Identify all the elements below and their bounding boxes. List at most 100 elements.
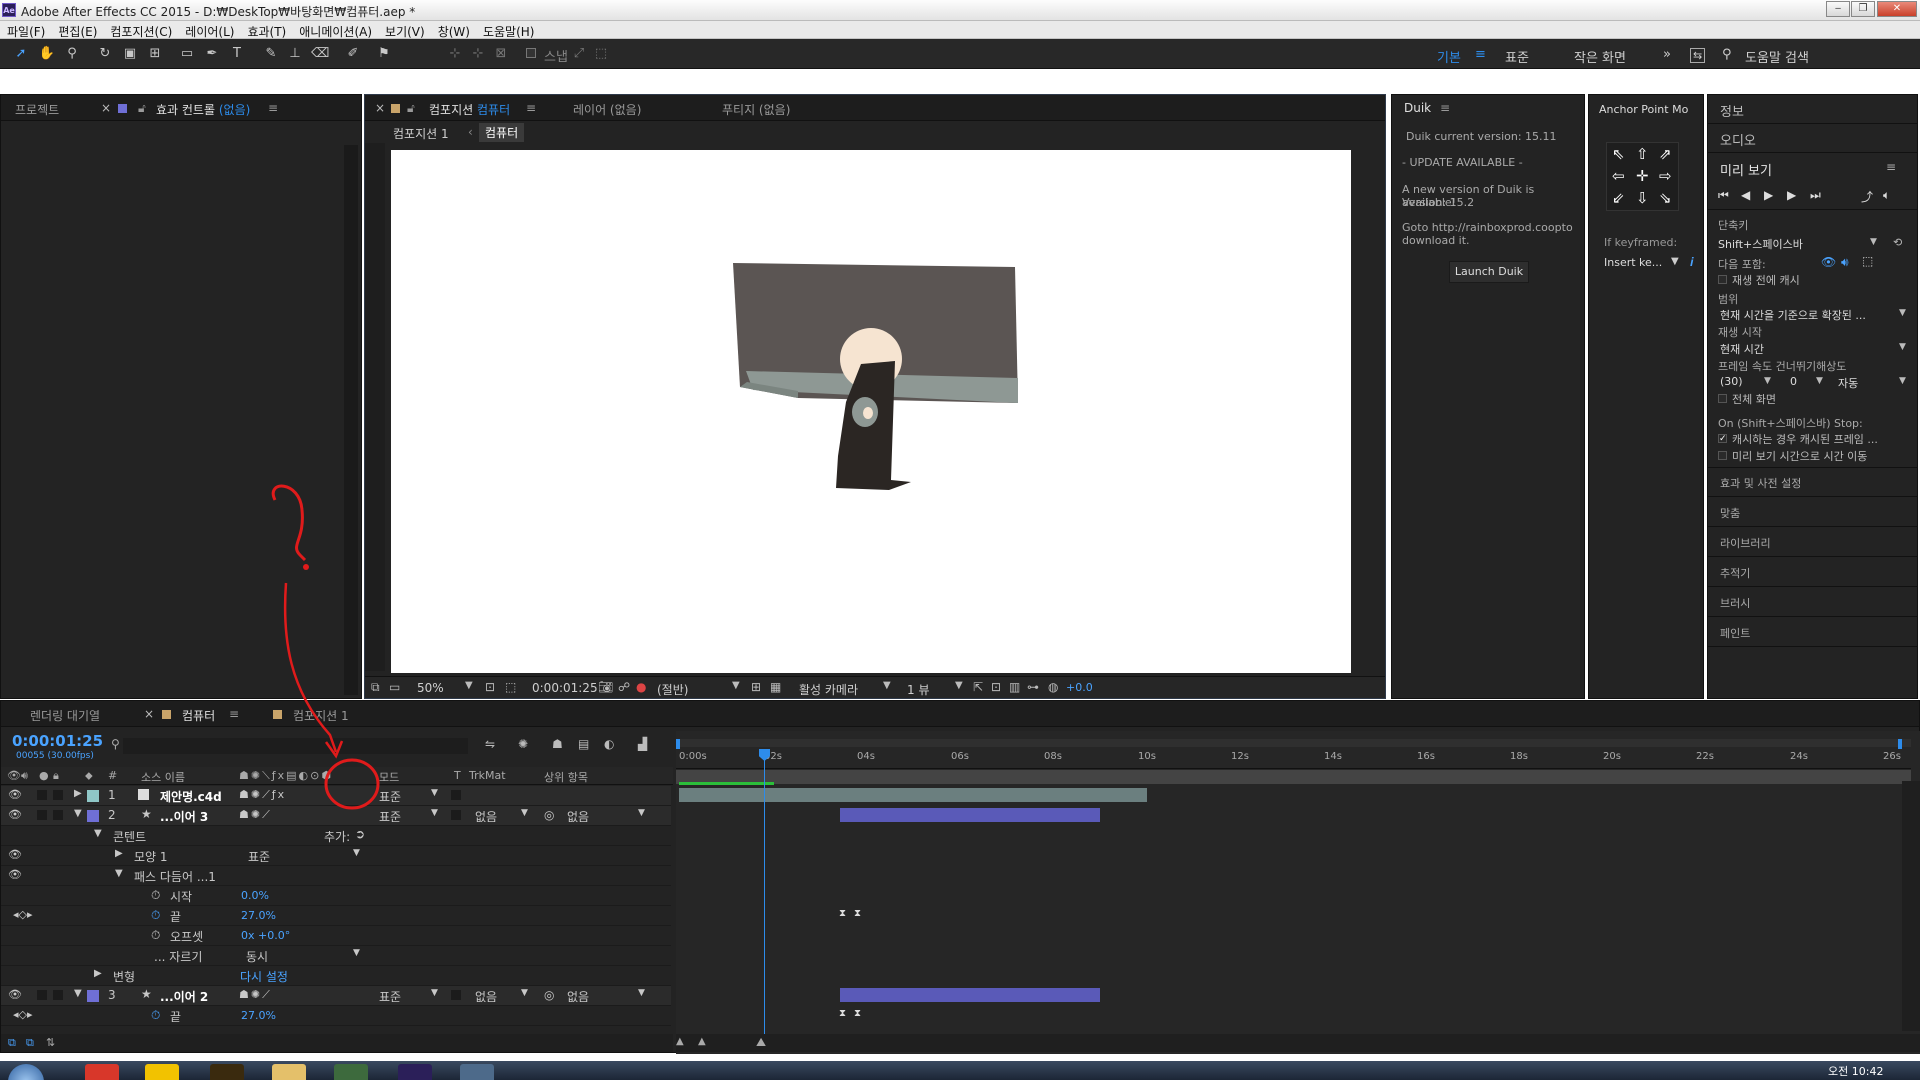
monitor-icon[interactable]: ▭	[389, 680, 400, 694]
menu-composition[interactable]: 컴포지션(C)	[103, 21, 178, 40]
preview-panel-header[interactable]: 미리 보기	[1720, 160, 1772, 179]
collapse-arrow-icon[interactable]: ▼	[94, 828, 102, 839]
anchor-left-icon[interactable]: ⇦	[1612, 167, 1625, 185]
timeline-timecode[interactable]: 0:00:01:25	[12, 732, 103, 750]
video-eye-icon[interactable]: 👁︎	[8, 868, 22, 881]
solo-toggle[interactable]	[37, 790, 47, 800]
timeline-graph-area[interactable]: 0:00s 02s 04s 06s 08s 10s 12s 14s 16s 18…	[676, 731, 1920, 1054]
reset-link[interactable]: 다시 설정	[240, 968, 288, 985]
video-eye-icon[interactable]: 👁︎	[8, 988, 22, 1001]
property-row[interactable]: ⏱︎ 시작 0.0%	[1, 886, 671, 906]
play-from-chevron-icon[interactable]: ▼	[1899, 342, 1906, 352]
preserve-transparency-toggle[interactable]	[451, 990, 461, 1000]
skip-chevron-icon[interactable]: ▼	[1816, 376, 1823, 386]
anchor-center-icon[interactable]: ✛	[1636, 167, 1649, 185]
lock-icon[interactable]: 🔓︎	[138, 101, 146, 116]
layer-row[interactable]: 👁︎ ▶ 1 제안명.c4d ☗✺⟋ƒx 표준 ▼	[1, 786, 671, 806]
work-area-end-handle[interactable]	[1898, 739, 1902, 749]
comp-timecode[interactable]: 0:00:01:25	[532, 681, 598, 695]
layer-2-duration-bar[interactable]	[840, 808, 1100, 822]
title-safe-icon[interactable]: ⊡	[485, 680, 495, 694]
snap-icon[interactable]: ⤢	[570, 45, 588, 63]
offset-value[interactable]: 0x +0.0°	[241, 929, 290, 942]
brush-header[interactable]: 브러시	[1720, 595, 1750, 611]
toggle-pixel-aspect-icon[interactable]: ⇱	[973, 680, 983, 694]
brush-tool-icon[interactable]: ✎	[262, 45, 280, 63]
work-area-bar[interactable]	[676, 739, 1911, 747]
search-icon[interactable]: ⚲	[1722, 47, 1732, 62]
modes-toggle-icon[interactable]: ⧉	[26, 1036, 34, 1050]
camera-dropdown[interactable]: 활성 카메라	[799, 681, 858, 698]
tab-render-queue[interactable]: 렌더링 대기열	[30, 707, 100, 724]
minimize-button[interactable]: ‒	[1826, 1, 1850, 17]
align-header[interactable]: 맞춤	[1720, 505, 1740, 521]
keyframe-icon[interactable]: ⧗	[839, 908, 846, 919]
layer-mode[interactable]: 표준	[379, 808, 401, 825]
workspace-small-screen[interactable]: 작은 화면	[1574, 47, 1626, 66]
anchor-bottom-icon[interactable]: ⇩	[1636, 189, 1649, 207]
add-menu-icon[interactable]: ➲	[355, 827, 365, 841]
in-out-toggle-icon[interactable]: ⇅	[46, 1036, 55, 1049]
breadcrumb-computer[interactable]: 컴퓨터	[479, 123, 525, 142]
taskbar-folder-icon[interactable]	[272, 1064, 306, 1080]
video-eye-icon[interactable]: 👁︎	[8, 848, 22, 861]
stopwatch-icon[interactable]: ⏱︎	[151, 888, 160, 903]
workspace-menu-icon[interactable]: ≡	[1475, 47, 1486, 62]
preserve-transparency-toggle[interactable]	[451, 790, 461, 800]
transparency-grid-icon[interactable]: ▦	[770, 680, 781, 694]
layer-label-color[interactable]	[87, 790, 99, 802]
launch-duik-button[interactable]: Launch Duik	[1449, 261, 1529, 283]
menu-animation[interactable]: 애니메이션(A)	[292, 21, 378, 40]
layer-label-color[interactable]	[87, 990, 99, 1002]
workspace-default[interactable]: 기본	[1437, 47, 1461, 66]
layer-name[interactable]: ...이어 3	[160, 808, 208, 825]
collapse-arrow-icon[interactable]: ▼	[74, 988, 82, 999]
sync-settings-icon[interactable]: ⇆	[1690, 48, 1706, 63]
taskbar-app-icon[interactable]	[85, 1064, 119, 1080]
layer-switches-icon[interactable]: ☗✺⟋	[239, 988, 272, 1002]
zoom-chevron-down-icon[interactable]: ▼	[465, 680, 473, 691]
taskbar-app-icon[interactable]	[334, 1064, 368, 1080]
property-row[interactable]: ▶ 변형 다시 설정	[1, 966, 671, 986]
anchor-right-icon[interactable]: ⇨	[1659, 167, 1672, 185]
lock-icon[interactable]: 🔓︎	[407, 101, 415, 116]
play-icon[interactable]: ▶	[1764, 188, 1773, 202]
stopwatch-active-icon[interactable]: ⏱︎	[151, 908, 160, 923]
frame-blending-icon[interactable]: ▤	[578, 737, 589, 751]
panel-menu-icon[interactable]: ≡	[229, 707, 239, 721]
current-time-indicator[interactable]	[764, 749, 765, 1049]
layer-switches-icon[interactable]: ☗✺⟋	[239, 808, 272, 822]
type-tool-icon[interactable]: T	[228, 45, 246, 63]
layer-name[interactable]: ...이어 2	[160, 988, 208, 1005]
layer-search-input[interactable]	[123, 738, 468, 754]
snap-extend-icon[interactable]: ⬚	[592, 45, 610, 63]
mask-visibility-icon[interactable]: ⬚	[505, 680, 516, 694]
exposure-value[interactable]: +0.0	[1066, 681, 1093, 694]
property-row[interactable]: ▼ 콘텐트 추가: ➲	[1, 826, 671, 846]
graph-editor-icon[interactable]: ▟	[638, 737, 647, 751]
time-ruler[interactable]: 0:00s 02s 04s 06s 08s 10s 12s 14s 16s 18…	[676, 749, 1911, 769]
layer-name[interactable]: 제안명.c4d	[160, 788, 222, 805]
snapshot-icon[interactable]: 📷︎	[598, 680, 613, 694]
move-time-checkbox[interactable]	[1718, 451, 1727, 460]
effects-presets-header[interactable]: 효과 및 사전 설정	[1720, 475, 1801, 491]
composition-canvas[interactable]	[391, 150, 1351, 673]
layer-label-color[interactable]	[87, 810, 99, 822]
work-area-start-handle[interactable]	[676, 739, 680, 749]
zoom-out-icon[interactable]: ▲	[676, 1036, 684, 1047]
maximize-button[interactable]: ❐	[1851, 1, 1875, 17]
include-audio-icon[interactable]: 🔊︎	[1841, 255, 1849, 270]
hand-tool-icon[interactable]: ✋	[38, 45, 56, 63]
keyframe-icon[interactable]: ⧗	[854, 908, 861, 919]
anchor-bottom-left-icon[interactable]: ⇙	[1612, 189, 1625, 207]
video-eye-icon[interactable]: 👁︎	[8, 788, 22, 801]
info-icon[interactable]: 𝒊	[1690, 255, 1693, 270]
anchor-bottom-right-icon[interactable]: ⇘	[1659, 189, 1672, 207]
loop-icon[interactable]: ⤴	[1861, 188, 1873, 205]
trkmat-chevron-icon[interactable]: ▼	[521, 808, 528, 818]
draft-3d-icon[interactable]: ✺	[518, 737, 528, 751]
solo-toggle[interactable]	[37, 990, 47, 1000]
search-icon[interactable]: ⚲	[111, 737, 120, 751]
timeline-icon[interactable]: ▥	[1009, 680, 1020, 694]
taskbar-after-effects-icon[interactable]	[398, 1064, 432, 1080]
